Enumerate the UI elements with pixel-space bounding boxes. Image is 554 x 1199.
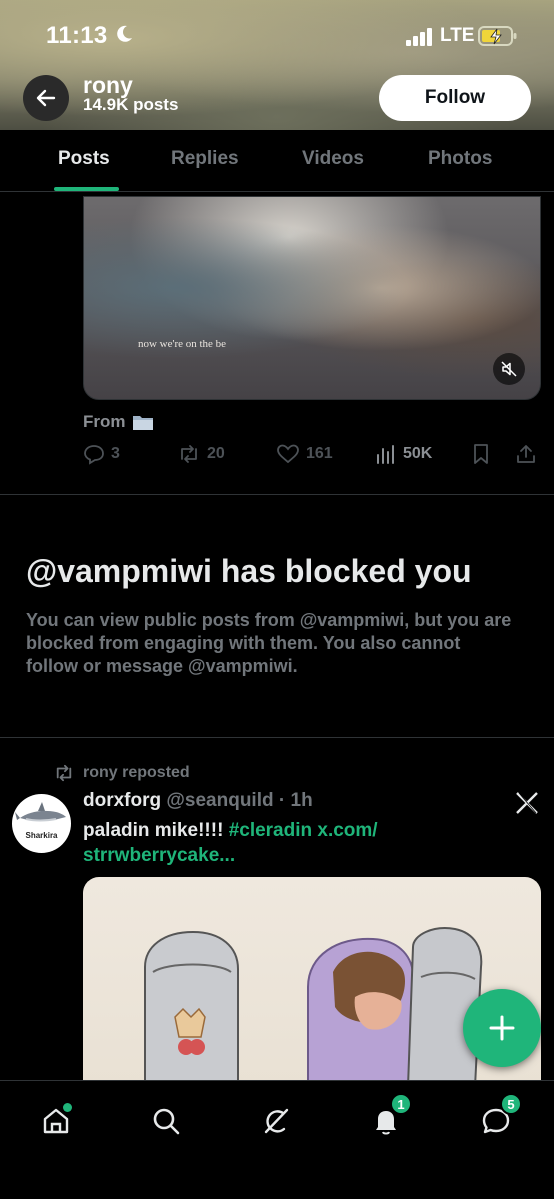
notifications-badge: 1 bbox=[390, 1093, 412, 1115]
post-text: paladin mike!!!! #cleradin x.com/ strrwb… bbox=[83, 818, 503, 868]
clock: 11:13 bbox=[46, 22, 108, 49]
avatar[interactable]: Sharkira bbox=[12, 794, 71, 853]
reply-count: 3 bbox=[111, 445, 120, 462]
post-author[interactable]: dorxforg @seanquild · 1h bbox=[83, 790, 313, 812]
reply-icon bbox=[84, 445, 104, 465]
tab-photos[interactable]: Photos bbox=[428, 148, 492, 170]
repost-count: 20 bbox=[207, 445, 225, 462]
video-caption: now we're on the be bbox=[137, 338, 227, 350]
post-count: 14.9K posts bbox=[83, 95, 179, 114]
follow-button[interactable]: Follow bbox=[379, 75, 531, 121]
bar-chart-icon bbox=[377, 445, 394, 464]
back-button[interactable] bbox=[23, 75, 69, 121]
status-bar: 11:13 LTE bbox=[0, 0, 554, 70]
reply-button[interactable]: 3 bbox=[83, 443, 120, 465]
post-text-plain: paladin mike!!!! bbox=[83, 820, 229, 841]
blocked-title: @vampmiwi has blocked you bbox=[26, 553, 472, 589]
tab-posts[interactable]: Posts bbox=[58, 148, 110, 170]
nav-grok[interactable] bbox=[256, 1101, 296, 1141]
nav-notifications[interactable]: 1 bbox=[366, 1093, 412, 1141]
from-label: From bbox=[83, 412, 126, 431]
bookmark-icon bbox=[474, 444, 488, 464]
network-label: LTE bbox=[440, 25, 475, 46]
plus-icon bbox=[489, 1015, 515, 1041]
like-button[interactable]: 161 bbox=[276, 443, 333, 465]
home-indicator-dot bbox=[63, 1103, 72, 1112]
heart-icon bbox=[277, 444, 299, 464]
x-logo-icon[interactable] bbox=[514, 790, 540, 816]
from-line: From bbox=[83, 412, 154, 432]
like-count: 161 bbox=[306, 445, 333, 462]
compose-button[interactable] bbox=[463, 989, 541, 1067]
post-image[interactable] bbox=[83, 877, 541, 1087]
repost-button[interactable]: 20 bbox=[177, 443, 225, 465]
repost-label: rony reposted bbox=[83, 764, 190, 781]
arrow-left-icon bbox=[36, 89, 56, 107]
nav-messages[interactable]: 5 bbox=[476, 1093, 522, 1141]
moon-icon bbox=[117, 25, 132, 42]
post-divider bbox=[0, 494, 554, 495]
avatar-label: Sharkira bbox=[25, 831, 58, 840]
bottom-navigation: 1 5 bbox=[0, 1080, 554, 1199]
shark-icon bbox=[15, 802, 66, 822]
section-divider bbox=[0, 737, 554, 738]
post-actions: 3 20 161 50K bbox=[83, 440, 543, 472]
messages-badge: 5 bbox=[500, 1093, 522, 1115]
views-button[interactable]: 50K bbox=[375, 443, 432, 465]
battery-icon bbox=[478, 26, 517, 46]
profile-tabs: Posts Replies Videos Photos bbox=[0, 130, 554, 192]
mute-button[interactable] bbox=[493, 353, 525, 385]
repost-icon bbox=[56, 764, 72, 782]
view-count: 50K bbox=[403, 445, 433, 462]
search-icon bbox=[153, 1108, 180, 1135]
blocked-description: You can view public posts from @vampmiwi… bbox=[26, 610, 512, 676]
share-icon bbox=[517, 445, 535, 463]
signal-icon bbox=[406, 28, 432, 46]
share-button[interactable] bbox=[515, 443, 537, 465]
post-time: · 1h bbox=[278, 790, 313, 811]
repost-indicator[interactable]: rony reposted bbox=[53, 764, 190, 782]
author-handle: @seanquild bbox=[166, 790, 274, 811]
author-name: dorxforg bbox=[83, 790, 162, 811]
bookmark-button[interactable] bbox=[471, 443, 491, 465]
knight-illustration bbox=[144, 927, 483, 1087]
tab-videos[interactable]: Videos bbox=[302, 148, 364, 170]
speaker-muted-icon bbox=[501, 361, 517, 377]
active-tab-indicator bbox=[54, 187, 119, 191]
grok-icon bbox=[264, 1108, 289, 1134]
repost-icon bbox=[181, 445, 197, 463]
nav-search[interactable] bbox=[146, 1101, 186, 1141]
tab-replies[interactable]: Replies bbox=[171, 148, 239, 170]
folder-icon bbox=[132, 416, 153, 430]
post-video[interactable]: now we're on the be bbox=[83, 196, 541, 400]
nav-home[interactable] bbox=[36, 1101, 76, 1141]
